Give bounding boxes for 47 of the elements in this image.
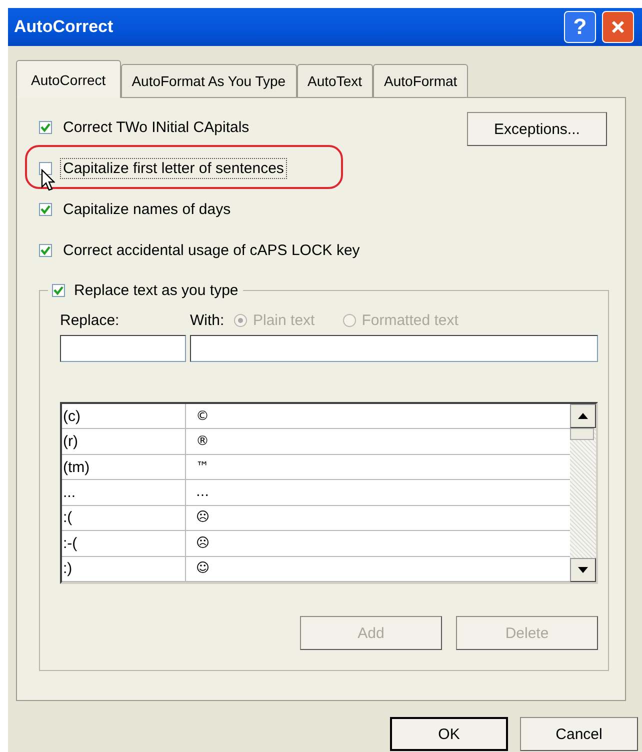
scroll-thumb[interactable] [570,428,594,440]
down-arrow-icon [578,567,588,573]
tab[interactable]: AutoFormat [373,64,468,97]
table-cell: (tm) [62,454,186,480]
scroll-down-button[interactable] [570,558,596,582]
window-title: AutoCorrect [14,17,114,37]
checkbox[interactable] [52,284,65,296]
field-label: With: [190,312,226,328]
replace-field[interactable] [60,335,186,362]
checkbox[interactable] [39,202,52,216]
close-icon [611,20,625,34]
table-cell: ... [62,480,186,505]
with-field[interactable] [190,335,598,362]
table-cell-text: ☹ [195,510,210,526]
up-arrow-icon [578,413,588,419]
table-cell-text: … [195,484,209,500]
checkbox-label: Correct TWo INitial CApitals [62,118,250,138]
scrollbar[interactable] [570,404,596,582]
help-button[interactable]: ? [564,11,596,43]
table-cell: :-( [62,531,186,556]
checkbox[interactable] [39,244,52,256]
cancel-button[interactable]: Cancel [520,717,638,751]
table-cell-text: ☹ [195,536,210,551]
checkbox-label: Capitalize names of days [62,200,232,220]
radio-label: Formatted text [362,312,458,328]
checkbox-label: Correct accidental usage of cAPS LOCK key [62,240,361,260]
tab[interactable]: AutoText [296,64,374,97]
checkbox[interactable] [39,162,52,174]
tab[interactable]: AutoCorrect [16,60,121,98]
table-cell: :( [62,506,186,530]
exceptions-button[interactable]: Exceptions... [467,112,607,146]
table-cell: (r) [62,429,186,454]
field-label: Replace: [60,312,120,328]
table-cell-text: © [195,408,209,424]
table-cell: (c) [62,404,186,428]
table-cell-text: ☺ [195,561,210,576]
tab[interactable]: AutoFormat As You Type [120,64,297,97]
radio-label: Plain text [253,312,315,328]
checkbox[interactable] [39,120,52,134]
table-cell: :) [62,556,186,581]
close-button[interactable] [602,11,634,43]
scroll-up-button[interactable] [570,404,596,428]
ok-button[interactable]: OK [390,717,508,751]
table-cell-text: ® [195,434,209,450]
checkbox-label: Capitalize first letter of sentences [60,158,287,178]
checkbox-label: Replace text as you type [73,280,240,300]
table-cell-text: ™ [195,460,209,475]
